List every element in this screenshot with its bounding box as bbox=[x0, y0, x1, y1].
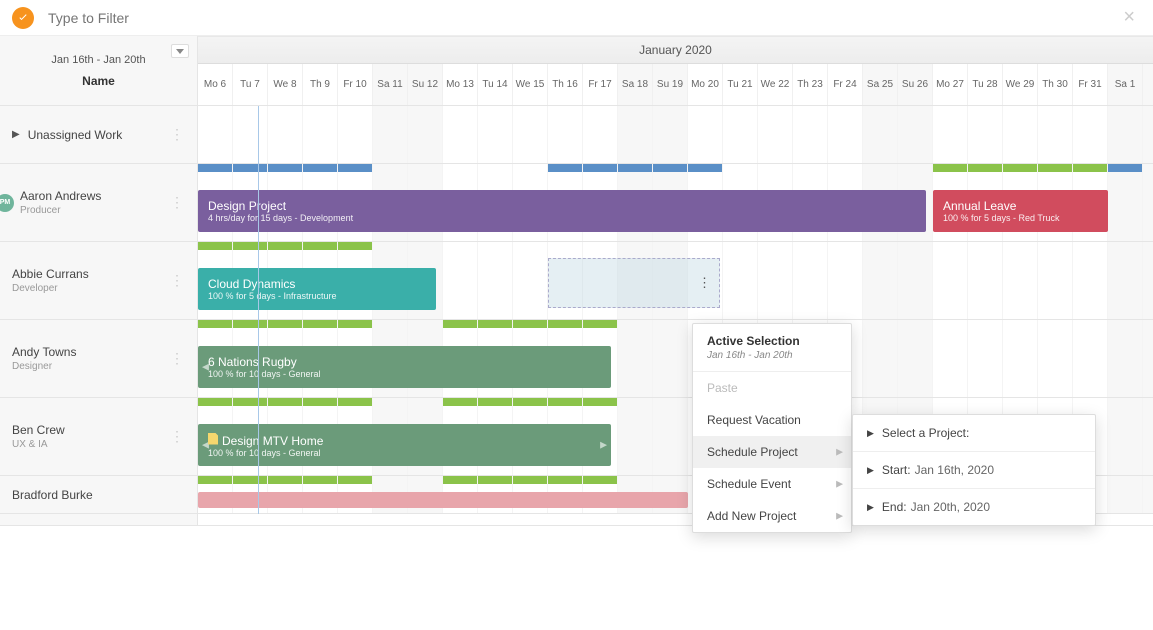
submenu-start-date[interactable]: ▶ Start: Jan 16th, 2020 bbox=[853, 452, 1095, 489]
submenu-end-date[interactable]: ▶ End: Jan 20th, 2020 bbox=[853, 489, 1095, 525]
task-bar-6-nations-rugby[interactable]: ◀ 6 Nations Rugby 100 % for 10 days - Ge… bbox=[198, 346, 611, 388]
resource-name: Andy Towns bbox=[12, 345, 166, 359]
task-bar-annual-leave[interactable]: Annual Leave 100 % for 5 days - Red Truc… bbox=[933, 190, 1108, 232]
resource-name: Bradford Burke bbox=[12, 488, 187, 502]
resource-name: Unassigned Work bbox=[28, 128, 166, 142]
menu-item-schedule-project[interactable]: Schedule Project ▶ bbox=[693, 436, 851, 468]
timeline-row[interactable] bbox=[198, 106, 1153, 164]
row-menu-icon[interactable]: ⋮ bbox=[166, 190, 187, 215]
resource-role: Designer bbox=[12, 361, 166, 372]
day-header-cell: Sa 25 bbox=[863, 64, 898, 105]
day-header-cell: Fr 17 bbox=[583, 64, 618, 105]
timeline-row[interactable]: ◀ 6 Nations Rugby 100 % for 10 days - Ge… bbox=[198, 320, 1153, 398]
utilization-bar bbox=[198, 476, 617, 484]
utilization-bar bbox=[198, 242, 372, 250]
day-header-cell: Th 16 bbox=[548, 64, 583, 105]
day-header-cell: Sa 1 bbox=[1108, 64, 1143, 105]
day-header-cell: Su 12 bbox=[408, 64, 443, 105]
expand-arrow-icon: ▶ bbox=[867, 428, 874, 439]
header-dropdown-button[interactable] bbox=[171, 44, 189, 58]
resource-name: Abbie Currans bbox=[12, 267, 166, 281]
day-header-cell: Th 23 bbox=[793, 64, 828, 105]
submenu-arrow-icon: ▶ bbox=[836, 479, 843, 490]
task-bar-design-mtv-home[interactable]: ◀ Design MTV Home 100 % for 10 days - Ge… bbox=[198, 424, 611, 466]
menu-item-schedule-event[interactable]: Schedule Event ▶ bbox=[693, 468, 851, 500]
submenu: ▶ Select a Project: ▶ Start: Jan 16th, 2… bbox=[852, 414, 1096, 526]
task-bar[interactable] bbox=[198, 492, 688, 508]
menu-item-request-vacation[interactable]: Request Vacation bbox=[693, 404, 851, 436]
row-menu-icon[interactable]: ⋮ bbox=[166, 268, 187, 293]
row-menu-icon[interactable]: ⋮ bbox=[166, 346, 187, 371]
month-header: January 2020 bbox=[198, 36, 1153, 64]
resource-role: Producer bbox=[20, 205, 166, 216]
day-header-cell: Sa 18 bbox=[618, 64, 653, 105]
column-heading: Name bbox=[82, 74, 115, 88]
day-header-cell: Mo 6 bbox=[198, 64, 233, 105]
resource-role: Developer bbox=[12, 283, 166, 294]
day-header-cell: We 29 bbox=[1003, 64, 1038, 105]
day-header-cell: Su 19 bbox=[653, 64, 688, 105]
task-bar-design-project[interactable]: Design Project 4 hrs/day for 15 days - D… bbox=[198, 190, 926, 232]
utilization-bar bbox=[933, 164, 1107, 172]
resource-role: UX & IA bbox=[12, 439, 166, 450]
day-header-cell: Th 9 bbox=[303, 64, 338, 105]
timeline-row[interactable]: Cloud Dynamics 100 % for 5 days - Infras… bbox=[198, 242, 1153, 320]
day-header-cell: Su 26 bbox=[898, 64, 933, 105]
menu-item-add-new-project[interactable]: Add New Project ▶ bbox=[693, 500, 851, 532]
submenu-arrow-icon: ▶ bbox=[836, 511, 843, 522]
day-header-cell: Sa 11 bbox=[373, 64, 408, 105]
day-header-cell: We 15 bbox=[513, 64, 548, 105]
day-header-cell: Tu 7 bbox=[233, 64, 268, 105]
day-header-cell: Tu 14 bbox=[478, 64, 513, 105]
day-header-cell: Fr 31 bbox=[1073, 64, 1108, 105]
note-icon bbox=[208, 433, 218, 445]
resources-column: Jan 16th - Jan 20th Name ▶ Unassigned Wo… bbox=[0, 36, 198, 525]
submenu-select-project[interactable]: ▶ Select a Project: bbox=[853, 415, 1095, 452]
day-header-cell: Fr 10 bbox=[338, 64, 373, 105]
resource-row-unassigned[interactable]: ▶ Unassigned Work ⋮ bbox=[0, 106, 197, 164]
day-header-cell: Mo 27 bbox=[933, 64, 968, 105]
expand-arrow-icon[interactable]: ▶ bbox=[12, 129, 20, 140]
day-header-cell: Tu 28 bbox=[968, 64, 1003, 105]
selection-overlay[interactable]: ⋮ bbox=[548, 258, 720, 308]
app-logo-icon bbox=[12, 7, 34, 29]
day-header-cell: Tu 21 bbox=[723, 64, 758, 105]
row-menu-icon[interactable]: ⋮ bbox=[166, 424, 187, 449]
day-header-cell: Th 30 bbox=[1038, 64, 1073, 105]
resource-row[interactable]: Abbie Currans Developer ⋮ bbox=[0, 242, 197, 320]
row-menu-icon[interactable]: ⋮ bbox=[166, 122, 187, 147]
resource-row[interactable]: PM Aaron Andrews Producer ⋮ bbox=[0, 164, 197, 242]
context-menu-header: Active Selection Jan 16th - Jan 20th bbox=[693, 324, 851, 372]
resource-row[interactable]: Andy Towns Designer ⋮ bbox=[0, 320, 197, 398]
today-indicator bbox=[258, 106, 259, 514]
topbar: × bbox=[0, 0, 1153, 36]
close-icon[interactable]: × bbox=[1117, 6, 1141, 29]
avatar: PM bbox=[0, 194, 14, 212]
left-header: Jan 16th - Jan 20th Name bbox=[0, 36, 197, 106]
days-header: Mo 6Tu 7We 8Th 9Fr 10Sa 11Su 12Mo 13Tu 1… bbox=[198, 64, 1153, 106]
day-header-cell: Mo 13 bbox=[443, 64, 478, 105]
resize-handle-right-icon[interactable]: ▶ bbox=[600, 440, 607, 451]
day-header-cell: Mo 20 bbox=[688, 64, 723, 105]
resource-row[interactable]: Ben Crew UX & IA ⋮ bbox=[0, 398, 197, 476]
submenu-arrow-icon: ▶ bbox=[836, 447, 843, 458]
date-range-label: Jan 16th - Jan 20th bbox=[51, 54, 145, 66]
resource-name: Ben Crew bbox=[12, 423, 166, 437]
task-bar-cloud-dynamics[interactable]: Cloud Dynamics 100 % for 5 days - Infras… bbox=[198, 268, 436, 310]
resource-row[interactable]: Bradford Burke bbox=[0, 476, 197, 514]
timeline-row[interactable]: Design Project 4 hrs/day for 15 days - D… bbox=[198, 164, 1153, 242]
context-menu: Active Selection Jan 16th - Jan 20th Pas… bbox=[692, 323, 852, 533]
expand-arrow-icon: ▶ bbox=[867, 465, 874, 476]
expand-arrow-icon: ▶ bbox=[867, 502, 874, 513]
day-header-cell: We 8 bbox=[268, 64, 303, 105]
filter-input[interactable] bbox=[48, 10, 1117, 26]
day-header-cell: Fr 24 bbox=[828, 64, 863, 105]
resource-name: Aaron Andrews bbox=[20, 189, 166, 203]
utilization-bar bbox=[198, 398, 617, 406]
drag-handle-icon[interactable]: ⋮ bbox=[698, 275, 711, 291]
utilization-bar bbox=[198, 320, 617, 328]
menu-item-paste: Paste bbox=[693, 372, 851, 404]
day-header-cell: Su bbox=[1143, 64, 1153, 105]
day-header-cell: We 22 bbox=[758, 64, 793, 105]
